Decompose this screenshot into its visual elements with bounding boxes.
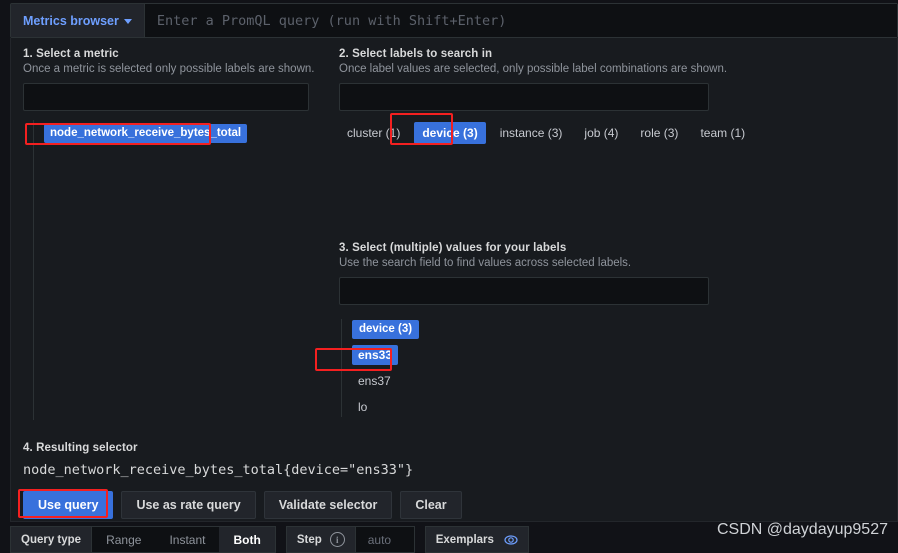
metrics-browser-label: Metrics browser [23, 13, 119, 28]
step2-subtitle: Once label values are selected, only pos… [339, 63, 728, 75]
value-item-ens37[interactable]: ens37 [352, 371, 397, 391]
exemplars-group: Exemplars [424, 526, 529, 553]
value-search-input[interactable] [340, 278, 708, 304]
step3-title: 3. Select (multiple) values for your lab… [339, 242, 567, 254]
exemplars-label-text: Exemplars [435, 533, 494, 546]
step3-subtitle: Use the search field to find values acro… [339, 257, 632, 269]
clear-button[interactable]: Clear [400, 491, 462, 519]
step4-title: 4. Resulting selector [23, 442, 138, 454]
label-search-input[interactable] [340, 84, 708, 110]
label-chip-row: cluster (1) device (3) instance (3) job … [339, 122, 894, 144]
label-chip-instance[interactable]: instance (3) [492, 122, 571, 144]
metric-list[interactable]: node_network_receive_bytes_total [33, 120, 319, 420]
metric-search-input[interactable] [24, 84, 308, 110]
step1-title: 1. Select a metric [23, 48, 119, 60]
query-type-both[interactable]: Both [219, 527, 275, 552]
query-bar: Metrics browser [10, 3, 898, 38]
step2-title: 2. Select labels to search in [339, 48, 493, 60]
step-placeholder-text: auto [367, 532, 392, 547]
value-columns: device (3) ens33 ens37 lo [341, 319, 894, 417]
label-chip-job[interactable]: job (4) [576, 122, 626, 144]
value-item-lo[interactable]: lo [352, 397, 373, 417]
eye-target-icon[interactable] [504, 533, 518, 547]
exemplars-label[interactable]: Exemplars [424, 526, 529, 553]
use-query-button[interactable]: Use query [23, 491, 114, 519]
step-label-text: Step [296, 533, 322, 546]
step1-select-metric: 1. Select a metric Once a metric is sele… [23, 48, 319, 420]
step2-select-labels: 2. Select labels to search in Once label… [339, 48, 894, 144]
label-chip-role[interactable]: role (3) [632, 122, 686, 144]
metrics-browser-button[interactable]: Metrics browser [11, 4, 144, 37]
label-chip-team[interactable]: team (1) [692, 122, 753, 144]
label-search-box[interactable] [339, 83, 709, 111]
query-type-instant[interactable]: Instant [155, 527, 219, 552]
query-type-label: Query type [10, 526, 92, 553]
value-column-device: device (3) ens33 ens37 lo [341, 319, 432, 417]
step4-resulting-selector: 4. Resulting selector node_network_recei… [23, 442, 883, 519]
metric-search-box[interactable] [23, 83, 309, 111]
value-item-ens33[interactable]: ens33 [352, 345, 399, 365]
step-group: Step i auto [285, 526, 415, 553]
value-list-device: ens33 ens37 lo [352, 339, 432, 417]
step3-select-values: 3. Select (multiple) values for your lab… [339, 242, 894, 417]
step1-subtitle: Once a metric is selected only possible … [23, 63, 315, 75]
resulting-selector-text: node_network_receive_bytes_total{device=… [23, 462, 414, 478]
query-type-group: Query type Range Instant Both [10, 526, 276, 553]
metrics-browser-screen: Metrics browser 1. Select a metric Once … [0, 0, 898, 553]
label-chip-device[interactable]: device (3) [414, 122, 486, 144]
validate-selector-button[interactable]: Validate selector [263, 491, 393, 519]
step-input[interactable]: auto [354, 526, 415, 553]
query-type-radio-group: Range Instant Both [91, 526, 276, 553]
action-button-row: Use query Use as rate query Validate sel… [23, 491, 883, 519]
watermark: CSDN @daydayup9527 [716, 521, 888, 538]
metric-item-node-network-receive-bytes-total[interactable]: node_network_receive_bytes_total [44, 124, 248, 143]
use-as-rate-query-button[interactable]: Use as rate query [121, 491, 256, 519]
label-chip-cluster[interactable]: cluster (1) [339, 122, 408, 144]
value-column-header-device[interactable]: device (3) [352, 320, 420, 339]
metrics-browser-panel: 1. Select a metric Once a metric is sele… [10, 38, 898, 522]
promql-query-input[interactable] [143, 4, 897, 37]
query-type-range[interactable]: Range [92, 527, 155, 552]
chevron-down-icon [123, 19, 132, 24]
value-search-box[interactable] [339, 277, 709, 305]
info-circle-icon[interactable]: i [329, 532, 345, 547]
step-label: Step i [285, 526, 355, 553]
